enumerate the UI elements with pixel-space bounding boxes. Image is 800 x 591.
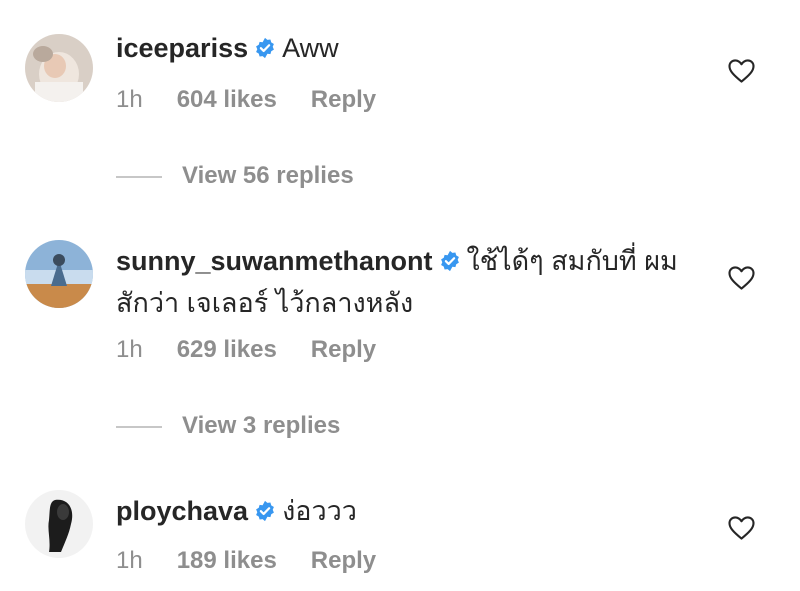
avatar[interactable] (25, 240, 93, 308)
comment-username[interactable]: iceepariss (116, 33, 248, 63)
view-replies-button[interactable]: View 3 replies (116, 412, 340, 440)
heart-outline-icon[interactable] (728, 266, 755, 290)
divider-line (116, 425, 162, 428)
reply-button[interactable]: Reply (311, 86, 376, 113)
avatar-image (25, 34, 93, 102)
comment-time: 1h (116, 547, 143, 574)
comment-body-text: Aww (282, 33, 339, 63)
avatar-image (25, 240, 93, 308)
comment-time: 1h (116, 86, 143, 113)
comment-time: 1h (116, 336, 143, 363)
view-replies-button[interactable]: View 56 replies (116, 162, 354, 190)
comment-text: ploychava ง่อววว (116, 490, 696, 532)
comment-body-text: ง่อววว (282, 496, 357, 526)
view-replies-label: View 56 replies (182, 162, 354, 189)
comment-likes[interactable]: 604 likes (177, 86, 277, 113)
comment-meta: 1h 629 likes Reply (116, 336, 410, 364)
comment-text: iceepariss Aww (116, 27, 696, 69)
reply-button[interactable]: Reply (311, 547, 376, 574)
avatar[interactable] (25, 490, 93, 558)
view-replies-label: View 3 replies (182, 412, 341, 439)
divider-line (116, 175, 162, 178)
comment-likes[interactable]: 629 likes (177, 336, 277, 363)
comment-meta: 1h 604 likes Reply (116, 86, 410, 114)
heart-outline-icon[interactable] (728, 59, 755, 83)
avatar-image (25, 490, 93, 558)
reply-button[interactable]: Reply (311, 336, 376, 363)
comment-username[interactable]: sunny_suwanmethanont (116, 246, 433, 276)
comment-likes[interactable]: 189 likes (177, 547, 277, 574)
avatar[interactable] (25, 34, 93, 102)
comment-meta: 1h 189 likes Reply (116, 547, 410, 575)
comment-text: sunny_suwanmethanont ใช้ได้ๆ สมกับที่ ผมส… (116, 240, 696, 324)
verified-badge-icon (256, 500, 274, 522)
comment-username[interactable]: ploychava (116, 496, 248, 526)
heart-outline-icon[interactable] (728, 516, 755, 540)
verified-badge-icon (440, 250, 459, 272)
verified-badge-icon (256, 37, 275, 59)
